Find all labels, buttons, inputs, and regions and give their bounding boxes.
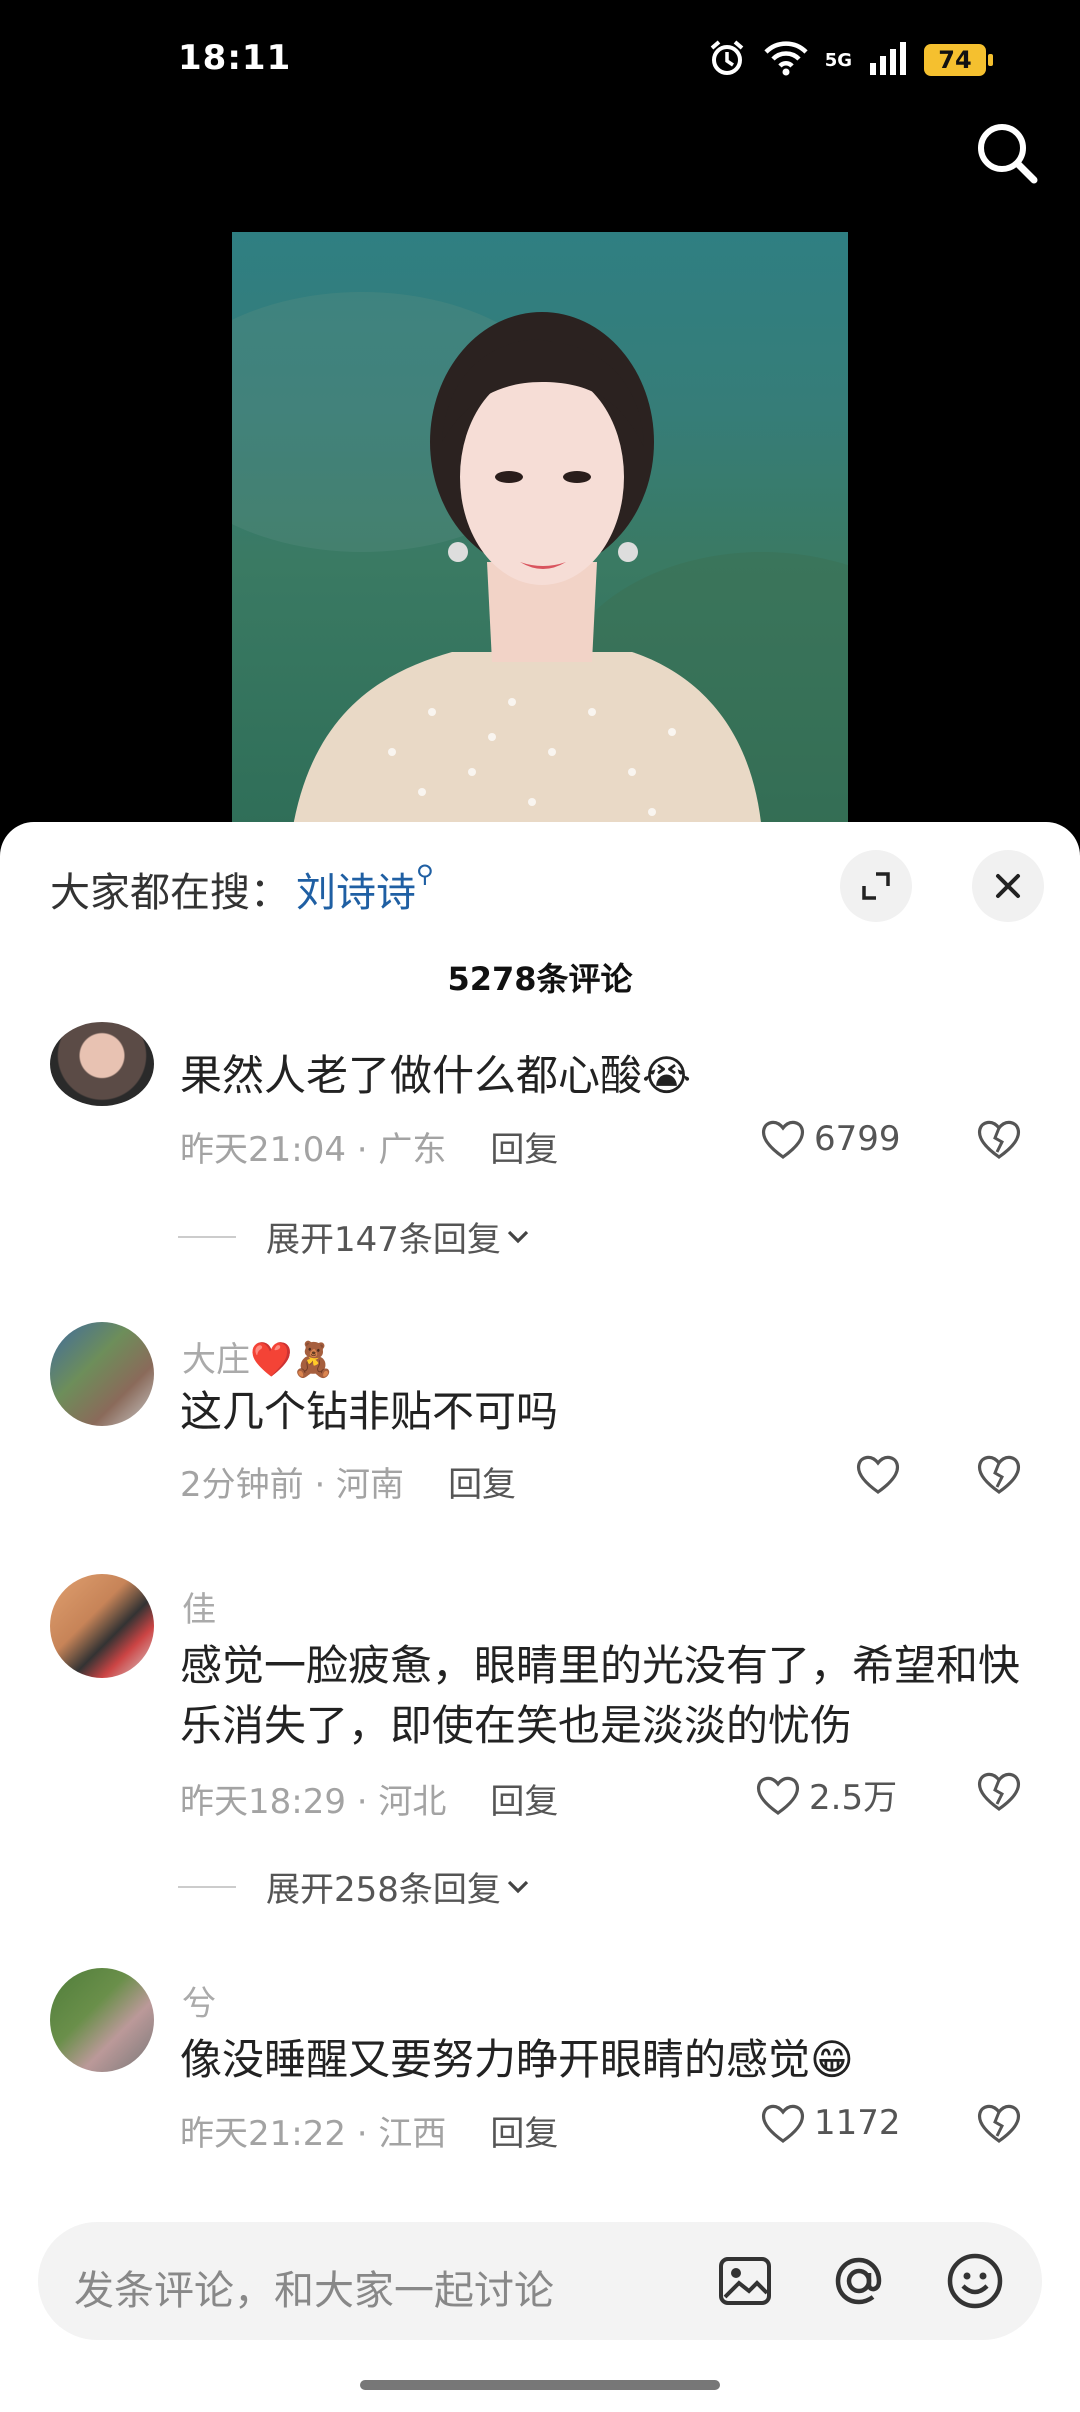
expand-sheet-button[interactable] — [840, 850, 912, 922]
like-count: 1172 — [814, 2103, 901, 2143]
reply-button[interactable]: 回复 — [490, 2114, 558, 2154]
heart-icon — [761, 2104, 805, 2143]
trending-search-term[interactable]: 刘诗诗 — [296, 870, 416, 916]
comment-meta: 昨天21:22 · 江西 回复 — [180, 2106, 558, 2155]
reply-button[interactable]: 回复 — [448, 1465, 516, 1505]
heart-icon — [756, 1776, 800, 1815]
chevron-down-icon — [507, 1230, 529, 1243]
comment-input-placeholder: 发条评论，和大家一起讨论 — [74, 2268, 554, 2314]
comment-input[interactable]: 发条评论，和大家一起讨论 — [38, 2222, 1042, 2340]
like-button[interactable] — [855, 1453, 901, 1495]
comment-count: 5278条评论 — [447, 960, 633, 998]
comments-sheet: 大家都在搜： 刘诗诗⚲ 5278条评论 果然人老了做什么都心酸😭 昨天21:04 … — [0, 822, 1080, 2412]
chevron-down-icon — [507, 1880, 529, 1893]
comment-text: 果然人老了做什么都心酸😭 — [180, 1051, 692, 1100]
broken-heart-icon — [977, 1455, 1021, 1494]
avatar[interactable] — [50, 1968, 154, 2072]
battery-icon: 74 — [924, 44, 993, 76]
status-time: 18:11 — [178, 38, 292, 78]
divider — [178, 1885, 236, 1888]
comment-time-location: 昨天18:29 · 河北 — [180, 1782, 447, 1822]
dislike-button[interactable] — [976, 1770, 1022, 1816]
expand-replies-label: 展开147条回复 — [266, 1220, 501, 1260]
comment-username[interactable]: 佳 — [182, 1582, 216, 1631]
comment-meta: 昨天18:29 · 河北 回复 — [180, 1774, 558, 1823]
comment-text: 感觉一脸疲惫，眼睛里的光没有了，希望和快乐消失了，即使在笑也是淡淡的忧伤 — [180, 1641, 1021, 1750]
like-button[interactable]: 2.5万 — [755, 1770, 897, 1819]
avatar[interactable] — [50, 1022, 154, 1106]
avatar[interactable] — [50, 1574, 154, 1678]
image-button[interactable] — [714, 2250, 776, 2312]
wifi-icon — [763, 40, 809, 80]
woman-portrait-image — [292, 312, 762, 832]
like-button[interactable]: 6799 — [760, 1118, 901, 1160]
comment-text: 这几个钻非贴不可吗 — [180, 1387, 559, 1436]
search-icon — [978, 124, 1038, 184]
search-button[interactable] — [972, 118, 1042, 188]
comment-time-location: 2分钟前 · 河南 — [180, 1465, 405, 1505]
reply-button[interactable]: 回复 — [490, 1130, 558, 1170]
dislike-button[interactable] — [976, 1453, 1022, 1499]
mention-button[interactable] — [828, 2250, 890, 2312]
image-icon — [719, 2257, 771, 2305]
battery-level: 74 — [938, 46, 972, 74]
close-sheet-button[interactable] — [972, 850, 1044, 922]
dislike-button[interactable] — [976, 1118, 1022, 1164]
status-icons: 5G 74 — [707, 38, 993, 82]
broken-heart-icon — [977, 1120, 1021, 1159]
comment-time-location: 昨天21:04 · 广东 — [180, 1130, 447, 1170]
avatar[interactable] — [50, 1322, 154, 1426]
close-icon — [996, 874, 1020, 898]
heart-icon — [856, 1455, 900, 1494]
expand-replies[interactable]: 展开147条回复 — [178, 1212, 535, 1261]
comment-time-location: 昨天21:22 · 江西 — [180, 2114, 447, 2154]
network-label: 5G — [824, 49, 852, 71]
divider — [178, 1235, 236, 1238]
status-bar: 18:11 5G 74 — [0, 0, 1080, 110]
expand-replies[interactable]: 展开258条回复 — [178, 1862, 535, 1911]
emoji-icon — [947, 2253, 1003, 2309]
emoji-button[interactable] — [944, 2250, 1006, 2312]
comment-username[interactable]: 大庄❤️🧸 — [182, 1332, 335, 1381]
alarm-icon — [707, 38, 747, 82]
trending-search-label: 大家都在搜： — [50, 870, 290, 916]
dislike-button[interactable] — [976, 2102, 1022, 2148]
comment-meta: 2分钟前 · 河南 回复 — [180, 1457, 516, 1506]
like-count: 6799 — [814, 1119, 901, 1159]
search-small-icon: ⚲ — [416, 860, 434, 888]
broken-heart-icon — [977, 1772, 1021, 1811]
comment-username[interactable]: 兮 — [182, 1976, 216, 2025]
video-preview[interactable] — [232, 232, 848, 832]
broken-heart-icon — [977, 2104, 1021, 2143]
trending-search[interactable]: 大家都在搜： 刘诗诗⚲ — [50, 860, 434, 918]
expand-icon — [862, 872, 890, 900]
heart-icon — [761, 1120, 805, 1159]
signal-icon — [868, 41, 908, 79]
comment-text: 像没睡醒又要努力睁开眼睛的感觉😁 — [180, 2035, 854, 2084]
at-icon — [835, 2257, 882, 2305]
comment-meta: 昨天21:04 · 广东 回复 — [180, 1122, 558, 1171]
expand-replies-label: 展开258条回复 — [266, 1870, 501, 1910]
home-indicator[interactable] — [360, 2380, 720, 2390]
reply-button[interactable]: 回复 — [490, 1782, 558, 1822]
like-button[interactable]: 1172 — [760, 2102, 901, 2144]
like-count: 2.5万 — [809, 1778, 898, 1818]
